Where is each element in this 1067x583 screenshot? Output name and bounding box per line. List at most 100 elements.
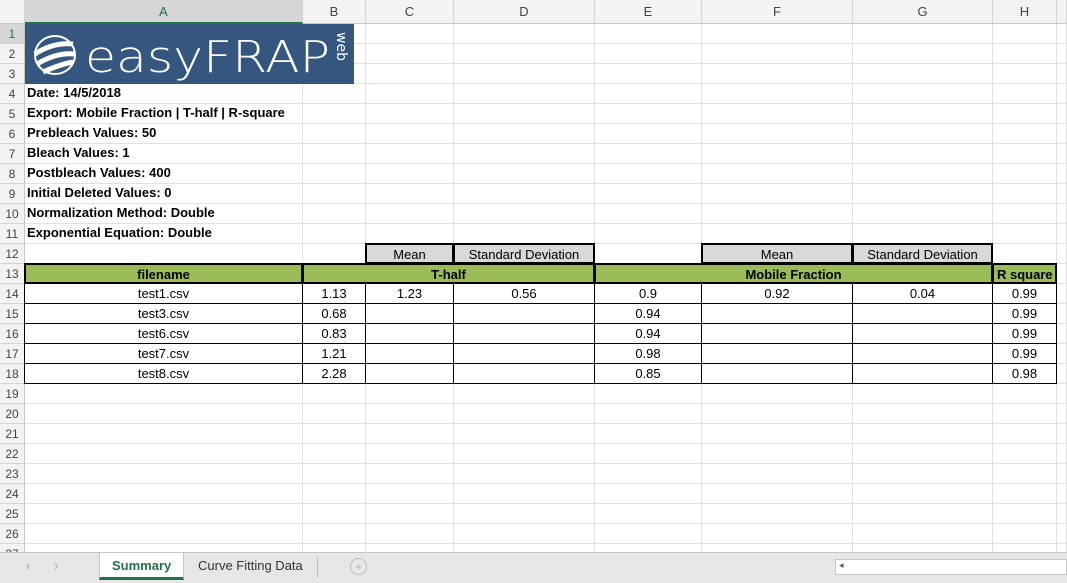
table-cell-mf_mean[interactable] bbox=[701, 323, 853, 344]
table-cell-r2[interactable]: 0.99 bbox=[992, 343, 1057, 364]
row-header-19[interactable]: 19 bbox=[0, 384, 25, 404]
info-line[interactable]: Prebleach Values: 50 bbox=[24, 123, 303, 144]
table-cell-filename[interactable]: test3.csv bbox=[24, 303, 303, 324]
table-cell-r2[interactable]: 0.99 bbox=[992, 283, 1057, 304]
thalf-sd-header[interactable]: Standard Deviation bbox=[453, 243, 595, 264]
row-header-14[interactable]: 14 bbox=[0, 284, 25, 304]
info-line[interactable]: Exponential Equation: Double bbox=[24, 223, 303, 244]
table-cell-mf_sd[interactable] bbox=[852, 343, 993, 364]
column-header[interactable] bbox=[1057, 0, 1067, 24]
table-cell-mf_sd[interactable] bbox=[852, 303, 993, 324]
rsquare-header[interactable]: R square bbox=[992, 263, 1057, 284]
table-cell-mf_sd[interactable] bbox=[852, 363, 993, 384]
mf-mean-header[interactable]: Mean bbox=[701, 243, 853, 264]
table-cell-thalf_sd[interactable] bbox=[453, 303, 595, 324]
table-cell-mf[interactable]: 0.9 bbox=[594, 283, 702, 304]
table-cell-thalf_sd[interactable] bbox=[453, 323, 595, 344]
row-header-18[interactable]: 18 bbox=[0, 364, 25, 384]
table-cell-mf[interactable]: 0.94 bbox=[594, 303, 702, 324]
sheet-tab-summary[interactable]: Summary bbox=[99, 553, 185, 580]
table-cell-filename[interactable]: test1.csv bbox=[24, 283, 303, 304]
table-cell-thalf_sd[interactable] bbox=[453, 343, 595, 364]
row-header-24[interactable]: 24 bbox=[0, 484, 25, 504]
mobile-fraction-header[interactable]: Mobile Fraction bbox=[594, 263, 993, 284]
table-cell-thalf_mean[interactable] bbox=[365, 323, 454, 344]
table-cell-filename[interactable]: test7.csv bbox=[24, 343, 303, 364]
select-all-button[interactable] bbox=[0, 0, 25, 24]
table-cell-mf_mean[interactable]: 0.92 bbox=[701, 283, 853, 304]
column-header-d[interactable]: D bbox=[454, 0, 595, 24]
table-cell-thalf[interactable]: 1.13 bbox=[302, 283, 366, 304]
horizontal-scrollbar[interactable]: ◂ bbox=[835, 559, 1067, 575]
row-header-3[interactable]: 3 bbox=[0, 64, 25, 84]
table-cell-thalf_mean[interactable] bbox=[365, 363, 454, 384]
column-header-b[interactable]: B bbox=[303, 0, 366, 24]
table-cell-thalf[interactable]: 1.21 bbox=[302, 343, 366, 364]
table-cell-mf[interactable]: 0.85 bbox=[594, 363, 702, 384]
row-header-13[interactable]: 13 bbox=[0, 264, 25, 284]
table-cell-thalf_sd[interactable]: 0.56 bbox=[453, 283, 595, 304]
column-header-c[interactable]: C bbox=[366, 0, 454, 24]
table-cell-mf_mean[interactable] bbox=[701, 303, 853, 324]
row-header-16[interactable]: 16 bbox=[0, 324, 25, 344]
row-header-25[interactable]: 25 bbox=[0, 504, 25, 524]
row-header-5[interactable]: 5 bbox=[0, 104, 25, 124]
svg-text:easyFRAP: easyFRAP bbox=[85, 32, 330, 83]
row-header-23[interactable]: 23 bbox=[0, 464, 25, 484]
column-header-g[interactable]: G bbox=[853, 0, 993, 24]
tab-divider bbox=[317, 557, 318, 577]
column-header-h[interactable]: H bbox=[993, 0, 1057, 24]
row-header-15[interactable]: 15 bbox=[0, 304, 25, 324]
scroll-right-icon[interactable]: › bbox=[54, 558, 58, 573]
row-header-26[interactable]: 26 bbox=[0, 524, 25, 544]
info-line[interactable]: Initial Deleted Values: 0 bbox=[24, 183, 303, 204]
mf-sd-header[interactable]: Standard Deviation bbox=[852, 243, 993, 264]
table-cell-thalf[interactable]: 0.68 bbox=[302, 303, 366, 324]
sheet-tab-curve-fitting-data[interactable]: Curve Fitting Data bbox=[186, 553, 315, 580]
row-header-17[interactable]: 17 bbox=[0, 344, 25, 364]
column-header-e[interactable]: E bbox=[595, 0, 702, 24]
info-line[interactable]: Bleach Values: 1 bbox=[24, 143, 303, 164]
table-cell-thalf[interactable]: 2.28 bbox=[302, 363, 366, 384]
row-header-22[interactable]: 22 bbox=[0, 444, 25, 464]
row-header-6[interactable]: 6 bbox=[0, 124, 25, 144]
row-header-4[interactable]: 4 bbox=[0, 84, 25, 104]
row-header-9[interactable]: 9 bbox=[0, 184, 25, 204]
table-cell-thalf_mean[interactable] bbox=[365, 303, 454, 324]
info-line[interactable]: Postbleach Values: 400 bbox=[24, 163, 303, 184]
table-cell-mf_mean[interactable] bbox=[701, 363, 853, 384]
table-cell-mf[interactable]: 0.98 bbox=[594, 343, 702, 364]
row-header-20[interactable]: 20 bbox=[0, 404, 25, 424]
add-sheet-icon[interactable]: + bbox=[350, 558, 367, 575]
table-cell-thalf_sd[interactable] bbox=[453, 363, 595, 384]
column-header-f[interactable]: F bbox=[702, 0, 853, 24]
column-header-a[interactable]: A bbox=[25, 0, 303, 24]
table-cell-mf_sd[interactable]: 0.04 bbox=[852, 283, 993, 304]
table-cell-mf_sd[interactable] bbox=[852, 323, 993, 344]
thalf-mean-header[interactable]: Mean bbox=[365, 243, 454, 264]
info-line[interactable]: Normalization Method: Double bbox=[24, 203, 303, 224]
row-header-11[interactable]: 11 bbox=[0, 224, 25, 244]
scroll-left-icon[interactable]: ‹ bbox=[26, 558, 30, 573]
table-cell-mf[interactable]: 0.94 bbox=[594, 323, 702, 344]
info-line[interactable]: Date: 14/5/2018 bbox=[24, 83, 303, 104]
table-cell-r2[interactable]: 0.99 bbox=[992, 303, 1057, 324]
row-header-8[interactable]: 8 bbox=[0, 164, 25, 184]
row-header-21[interactable]: 21 bbox=[0, 424, 25, 444]
info-line[interactable]: Export: Mobile Fraction | T-half | R-squ… bbox=[24, 103, 303, 124]
table-cell-r2[interactable]: 0.99 bbox=[992, 323, 1057, 344]
row-header-10[interactable]: 10 bbox=[0, 204, 25, 224]
table-cell-thalf[interactable]: 0.83 bbox=[302, 323, 366, 344]
table-cell-filename[interactable]: test6.csv bbox=[24, 323, 303, 344]
row-header-2[interactable]: 2 bbox=[0, 44, 25, 64]
row-header-7[interactable]: 7 bbox=[0, 144, 25, 164]
table-cell-filename[interactable]: test8.csv bbox=[24, 363, 303, 384]
thalf-header[interactable]: T-half bbox=[302, 263, 595, 284]
row-header-12[interactable]: 12 bbox=[0, 244, 25, 264]
table-cell-r2[interactable]: 0.98 bbox=[992, 363, 1057, 384]
table-cell-thalf_mean[interactable] bbox=[365, 343, 454, 364]
table-cell-mf_mean[interactable] bbox=[701, 343, 853, 364]
table-cell-thalf_mean[interactable]: 1.23 bbox=[365, 283, 454, 304]
row-header-1[interactable]: 1 bbox=[0, 24, 25, 44]
filename-header[interactable]: filename bbox=[24, 263, 303, 284]
